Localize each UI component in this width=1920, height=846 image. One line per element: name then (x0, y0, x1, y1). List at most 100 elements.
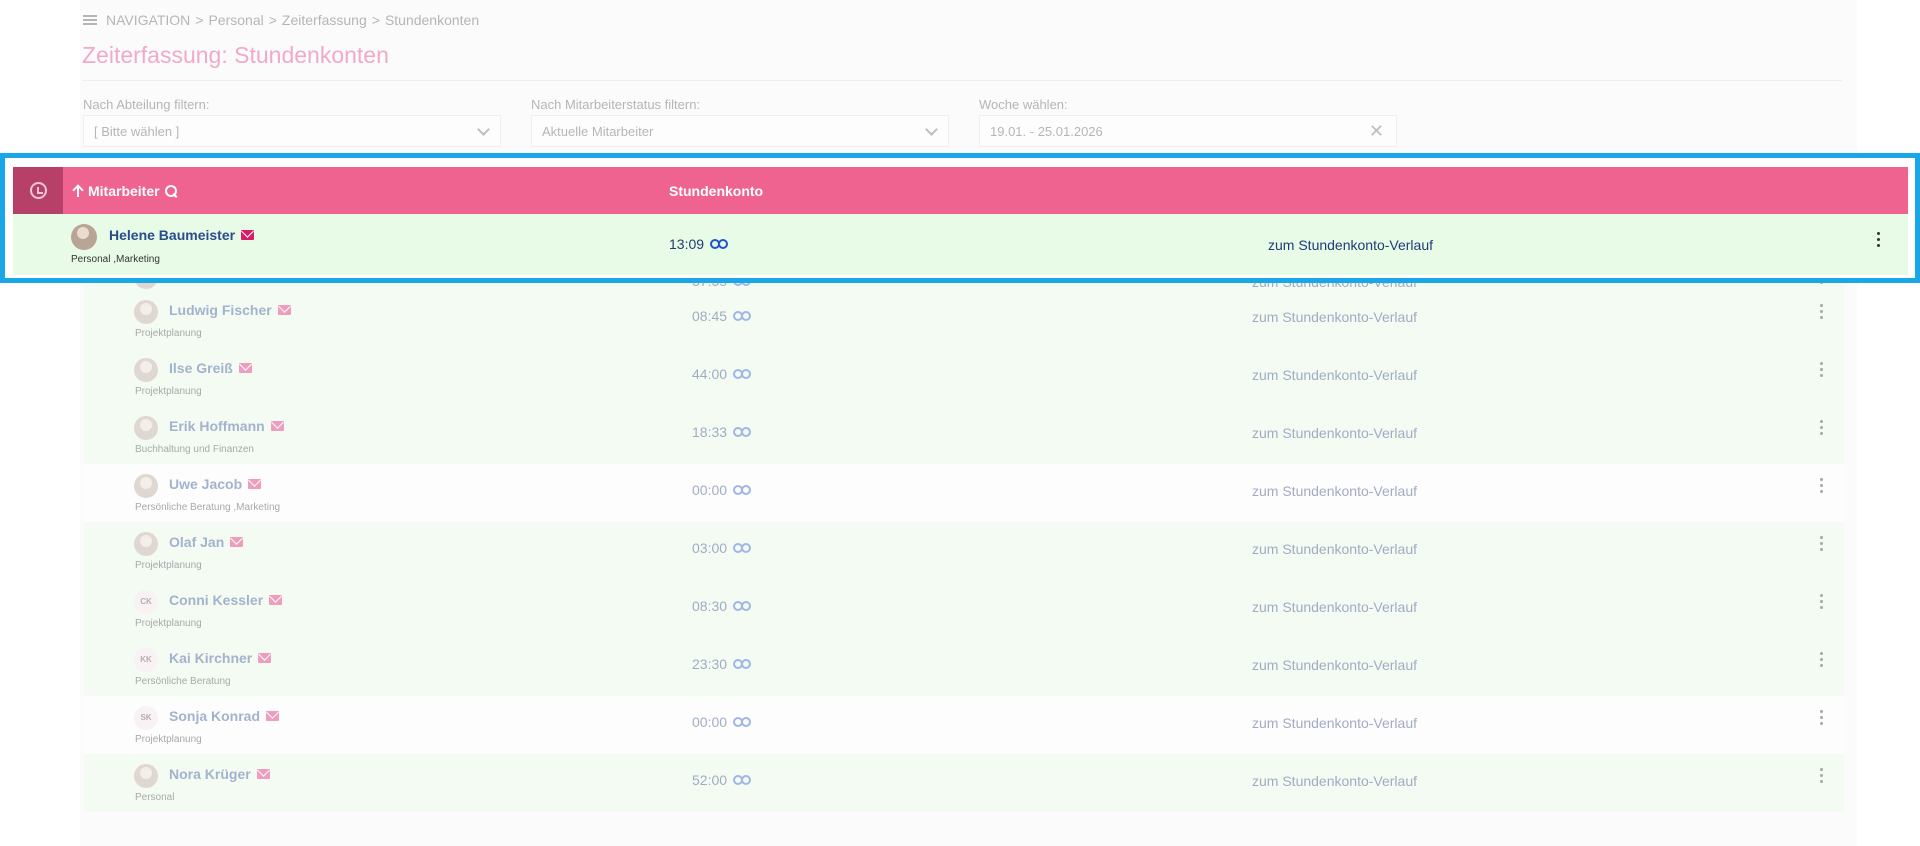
table-row[interactable]: Erik Hoffmann Buchhaltung und Finanzen 18:… (84, 406, 1844, 464)
hours-balance[interactable]: 00:00 (692, 714, 752, 730)
mail-icon[interactable] (269, 595, 283, 605)
employee-name[interactable]: Sonja Konrad (169, 708, 280, 724)
more-options-icon[interactable] (1820, 420, 1824, 438)
avatar (134, 300, 158, 324)
employee-name-text: Ludwig Fischer (169, 302, 272, 318)
more-options-icon[interactable] (1820, 652, 1824, 670)
mail-icon[interactable] (238, 363, 252, 373)
breadcrumb-root[interactable]: NAVIGATION (106, 12, 190, 28)
history-link[interactable]: zum Stundenkonto-Verlauf (1252, 657, 1417, 673)
employee-name-text: Nora Krüger (169, 766, 251, 782)
department-filter-value: [ Bitte wählen ] (94, 124, 180, 139)
table-row[interactable]: Nora Krüger Personal 52:00 zum Stundenkonto… (84, 754, 1844, 812)
link-icon[interactable] (733, 717, 752, 727)
link-icon[interactable] (733, 427, 752, 437)
hours-balance[interactable]: 52:00 (692, 772, 752, 788)
mail-icon[interactable] (277, 305, 291, 315)
more-options-icon[interactable] (1820, 362, 1824, 380)
chevron-down-icon (477, 123, 490, 136)
hours-balance-value: 44:00 (692, 366, 728, 382)
breadcrumb-item-zeiterfassung[interactable]: Zeiterfassung (282, 12, 367, 28)
history-link[interactable]: zum Stundenkonto-Verlauf (1252, 715, 1417, 731)
link-icon[interactable] (733, 659, 752, 669)
link-icon[interactable] (733, 775, 752, 785)
link-icon[interactable] (733, 311, 752, 321)
employee-department: Persönliche Beratung ,Marketing (135, 502, 281, 513)
table-row[interactable]: Uwe Jacob Persönliche Beratung ,Marketing… (84, 464, 1844, 522)
employee-department: Projektplanung (135, 386, 202, 397)
hours-balance[interactable]: 03:00 (692, 540, 752, 556)
employee-name[interactable]: Ludwig Fischer (169, 302, 291, 318)
table-row[interactable]: Olaf Jan Projektplanung 03:00 zum Stundenko… (84, 522, 1844, 580)
link-icon[interactable] (733, 369, 752, 379)
history-link[interactable]: zum Stundenkonto-Verlauf (1252, 599, 1417, 615)
hours-balance[interactable]: 08:30 (692, 598, 752, 614)
more-options-icon[interactable] (1820, 710, 1824, 728)
history-link[interactable]: zum Stundenkonto-Verlauf (1252, 541, 1417, 557)
hours-balance[interactable]: 00:00 (692, 482, 752, 498)
column-header-employee[interactable]: Mitarbeiter (73, 183, 177, 199)
more-options-icon[interactable] (1820, 594, 1824, 612)
employee-name[interactable]: Conni Kessler (169, 592, 283, 608)
employee-name[interactable]: Olaf Jan (169, 534, 244, 550)
hours-balance[interactable]: 44:00 (692, 366, 752, 382)
history-link[interactable]: zum Stundenkonto-Verlauf (1252, 309, 1417, 325)
employee-name[interactable]: Helene Baumeister (109, 227, 255, 243)
table-row[interactable]: SK Sonja Konrad Projektplanung 00:00 zum Stu… (84, 696, 1844, 754)
hours-balance[interactable]: 13:09 (669, 236, 729, 252)
table-row[interactable]: Ludwig Fischer Projektplanung 08:45 zum Stu… (84, 290, 1844, 348)
more-options-icon[interactable] (1820, 536, 1824, 554)
department-filter-select[interactable]: [ Bitte wählen ] (83, 115, 501, 147)
more-options-icon[interactable] (1820, 478, 1824, 496)
table-row[interactable]: Ilse Greiß Projektplanung 44:00 zum Stunden… (84, 348, 1844, 406)
avatar (134, 358, 158, 382)
employee-name-text: Olaf Jan (169, 534, 225, 550)
history-link[interactable]: zum Stundenkonto-Verlauf (1268, 237, 1433, 253)
mail-icon[interactable] (248, 479, 262, 489)
hours-balance-value: 52:00 (692, 772, 728, 788)
table-row[interactable]: KK Kai Kirchner Persönliche Beratung 23:30 z… (84, 638, 1844, 696)
week-picker-input[interactable]: 19.01. - 25.01.2026 ✕ (979, 115, 1397, 147)
link-icon[interactable] (733, 485, 752, 495)
more-options-icon[interactable] (1820, 768, 1824, 786)
link-icon[interactable] (733, 601, 752, 611)
mail-icon[interactable] (241, 230, 255, 240)
history-link[interactable]: zum Stundenkonto-Verlauf (1252, 367, 1417, 383)
employee-name[interactable]: Uwe Jacob (169, 476, 262, 492)
hours-balance[interactable]: 18:33 (692, 424, 752, 440)
hours-balance[interactable]: 23:30 (692, 656, 752, 672)
mail-icon[interactable] (258, 653, 272, 663)
hours-balance-value: 00:00 (692, 714, 728, 730)
mail-icon[interactable] (256, 769, 270, 779)
avatar (134, 532, 158, 556)
history-link[interactable]: zum Stundenkonto-Verlauf (1252, 425, 1417, 441)
hours-balance[interactable]: 08:45 (692, 308, 752, 324)
employee-name[interactable]: Ilse Greiß (169, 360, 252, 376)
table-row[interactable]: CK Conni Kessler Projektplanung 08:30 zum St… (84, 580, 1844, 638)
employee-name-text: Helene Baumeister (109, 227, 236, 243)
avatar (71, 224, 97, 250)
search-icon[interactable] (164, 185, 177, 197)
mail-icon[interactable] (270, 421, 284, 431)
breadcrumb-item-personal[interactable]: Personal (208, 12, 263, 28)
status-filter-select[interactable]: Aktuelle Mitarbeiter (531, 115, 949, 147)
history-link[interactable]: zum Stundenkonto-Verlauf (1252, 483, 1417, 499)
more-options-icon[interactable] (1820, 304, 1824, 322)
header-toggle-cell[interactable] (13, 167, 63, 214)
table-row-highlighted[interactable]: Helene Baumeister Personal ,Marketing 13… (13, 214, 1908, 275)
menu-icon[interactable] (83, 15, 97, 25)
history-link[interactable]: zum Stundenkonto-Verlauf (1252, 773, 1417, 789)
employee-name[interactable]: Erik Hoffmann (169, 418, 284, 434)
link-icon[interactable] (733, 543, 752, 553)
more-options-icon[interactable] (1877, 232, 1881, 250)
link-icon[interactable] (710, 239, 729, 249)
employee-name[interactable]: Nora Krüger (169, 766, 270, 782)
chevron-right-icon: > (371, 12, 380, 28)
mail-icon[interactable] (266, 711, 280, 721)
employee-department: Projektplanung (135, 560, 202, 571)
mail-icon[interactable] (230, 537, 244, 547)
close-icon[interactable]: ✕ (1369, 121, 1384, 142)
employee-name[interactable]: Kai Kirchner (169, 650, 272, 666)
employee-department: Buchhaltung und Finanzen (135, 444, 254, 455)
employee-department: Projektplanung (135, 328, 202, 339)
